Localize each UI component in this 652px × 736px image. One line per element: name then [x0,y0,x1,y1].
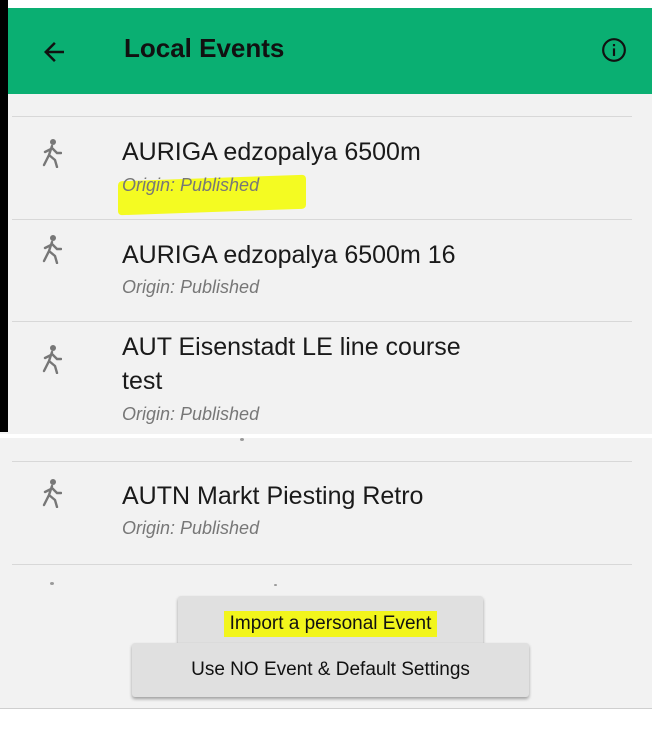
import-button-label: Import a personal Event [223,610,438,637]
bottom-divider [0,708,652,709]
event-list: AURIGA edzopalya 6500m Origin: Published… [0,94,652,434]
window-edge-bar [0,0,8,432]
arrow-left-icon[interactable] [39,37,69,67]
clipped-list-item [274,584,277,586]
event-title: AURIGA edzopalya 6500m 16 [122,241,456,269]
use-no-event-button[interactable]: Use NO Event & Default Settings [132,643,529,697]
page-title: Local Events [124,33,285,63]
walking-person-icon [42,235,62,264]
event-title: AUTN Markt Piesting Retro [122,482,424,510]
walking-person-icon [42,345,62,374]
no-event-button-label: Use NO Event & Default Settings [191,659,470,680]
event-title-line: AUT Eisenstadt LE line course [122,333,461,361]
divider [12,461,632,462]
event-origin: Origin: Published [122,404,260,424]
walking-person-icon [42,139,62,168]
app-bar: Local Events [0,0,652,94]
event-origin: Origin: Published [122,277,260,297]
event-origin: Origin: Published [122,175,260,195]
info-circle-icon[interactable] [601,37,627,63]
clipped-list-item [50,582,54,585]
divider [12,219,632,220]
event-title: AURIGA edzopalya 6500m [122,138,421,166]
walking-person-icon [42,479,62,508]
divider [12,321,632,322]
event-origin: Origin: Published [122,518,260,538]
divider [12,116,632,117]
app-bar-background [8,8,652,94]
divider [12,564,632,565]
event-title-line: test [122,367,163,395]
clipped-text-fragment [240,438,244,441]
